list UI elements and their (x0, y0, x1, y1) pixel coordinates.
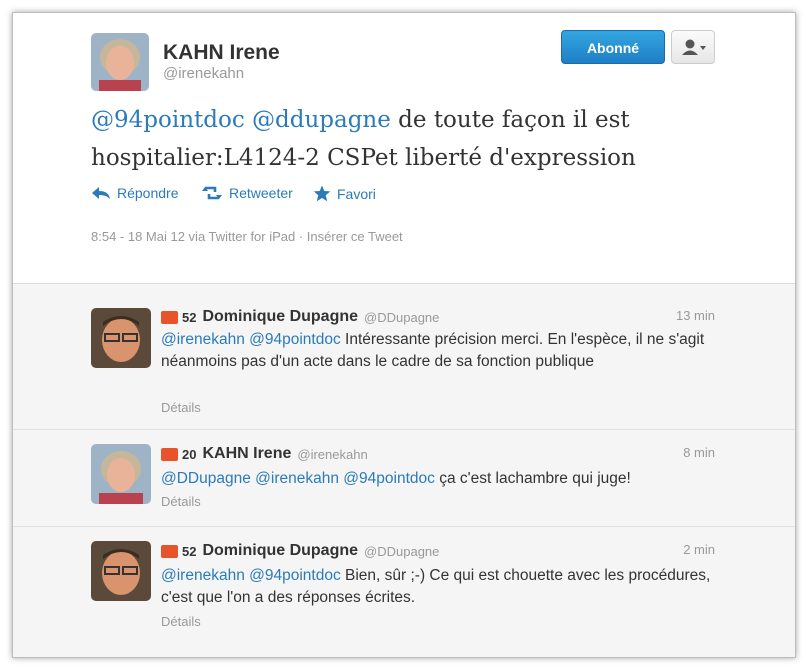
details-link[interactable]: Détails (161, 614, 201, 629)
favorite-label: Favori (337, 185, 376, 202)
timestamp[interactable]: 13 min (676, 308, 715, 323)
user-dropdown-icon (682, 39, 706, 55)
tweet-text: @94pointdoc @ddupagne de toute façon il … (91, 101, 731, 177)
timestamp[interactable]: 2 min (683, 542, 715, 557)
klout-icon (161, 544, 178, 558)
details-link[interactable]: Détails (161, 494, 201, 509)
reply-body: ça c'est lachambre qui juge! (439, 470, 631, 487)
author-name[interactable]: Dominique Dupagne (202, 542, 358, 560)
main-tweet: KAHN Irene @irenekahn Abonné @94pointdoc… (13, 13, 795, 284)
reply-button[interactable]: Répondre (91, 185, 179, 201)
author-handle[interactable]: @irenekahn (297, 447, 367, 462)
reply-item[interactable]: 52 Dominique Dupagne @DDupagne 2 min @ir… (13, 527, 795, 657)
klout-score: 52 (182, 309, 197, 325)
mention-link[interactable]: @ddupagne (252, 107, 391, 133)
klout-score: 52 (182, 543, 197, 559)
following-button[interactable]: Abonné (561, 30, 665, 64)
retweet-button[interactable]: Retweeter (201, 185, 293, 201)
avatar[interactable] (91, 541, 151, 601)
author-name[interactable]: Dominique Dupagne (202, 308, 358, 326)
mention-link[interactable]: @94pointdoc (249, 331, 341, 348)
mention-link[interactable]: @94pointdoc (91, 107, 245, 133)
mention-link[interactable]: @94pointdoc (249, 567, 341, 584)
reply-text: @irenekahn @94pointdoc Intéressante préc… (161, 329, 721, 373)
reply-icon (92, 187, 110, 199)
tweet-window: KAHN Irene @irenekahn Abonné @94pointdoc… (12, 12, 796, 658)
mention-link[interactable]: @irenekahn (161, 331, 245, 348)
author-name[interactable]: KAHN Irene (163, 41, 280, 65)
mention-link[interactable]: @94pointdoc (343, 470, 435, 487)
details-link[interactable]: Détails (161, 400, 201, 415)
reply-item[interactable]: 52 Dominique Dupagne @DDupagne 13 min @i… (13, 284, 795, 430)
avatar[interactable] (91, 33, 149, 91)
avatar[interactable] (91, 308, 151, 368)
user-actions-button[interactable] (671, 30, 715, 64)
author-handle[interactable]: @irenekahn (163, 65, 244, 82)
klout-icon (161, 310, 178, 324)
tweet-meta: 8:54 - 18 Mai 12 via Twitter for iPad · … (91, 229, 403, 244)
author-handle[interactable]: @DDupagne (364, 544, 439, 559)
mention-link[interactable]: @irenekahn (255, 470, 339, 487)
reply-header: 20 KAHN Irene @irenekahn (161, 445, 368, 463)
author-name[interactable]: KAHN Irene (202, 445, 291, 463)
timestamp[interactable]: 8 min (683, 445, 715, 460)
reply-item[interactable]: 20 KAHN Irene @irenekahn 8 min @DDupagne… (13, 430, 795, 527)
reply-label: Répondre (117, 185, 179, 201)
reply-text: @DDupagne @irenekahn @94pointdoc ça c'es… (161, 468, 721, 490)
reply-header: 52 Dominique Dupagne @DDupagne (161, 542, 439, 560)
avatar[interactable] (91, 444, 151, 504)
reply-header: 52 Dominique Dupagne @DDupagne (161, 308, 439, 326)
retweet-label: Retweeter (229, 185, 293, 201)
mention-link[interactable]: @irenekahn (161, 567, 245, 584)
retweet-icon (202, 186, 222, 200)
author-handle[interactable]: @DDupagne (364, 310, 439, 325)
mention-link[interactable]: @DDupagne (161, 470, 251, 487)
star-icon (313, 185, 331, 202)
klout-score: 20 (182, 446, 197, 462)
reply-text: @irenekahn @94pointdoc Bien, sûr ;-) Ce … (161, 565, 721, 609)
favorite-button[interactable]: Favori (313, 185, 376, 202)
replies-list: 52 Dominique Dupagne @DDupagne 13 min @i… (13, 284, 795, 657)
klout-icon (161, 447, 178, 461)
